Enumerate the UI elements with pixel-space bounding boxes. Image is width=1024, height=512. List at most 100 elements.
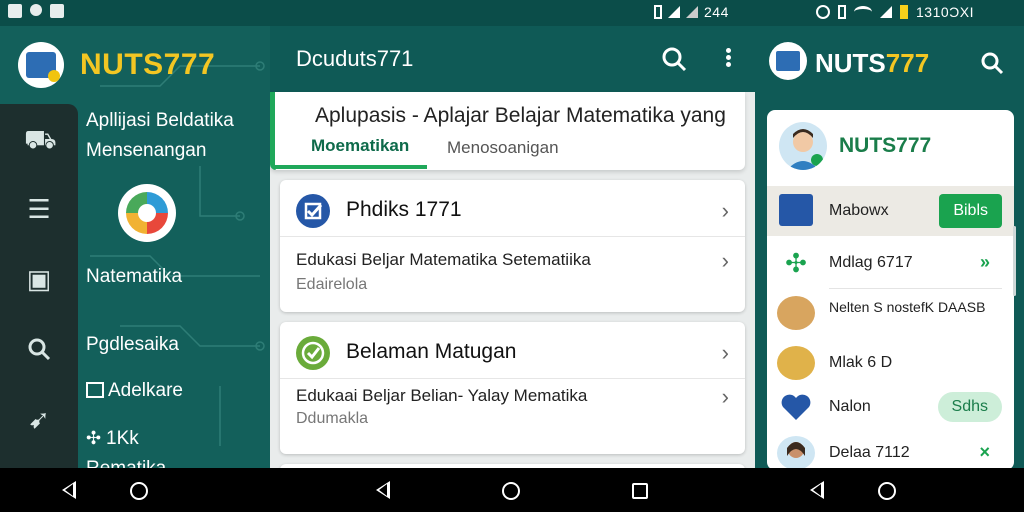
puzzle-icon: ✣ xyxy=(86,428,102,448)
back-icon[interactable] xyxy=(376,481,390,499)
chart-icon xyxy=(779,194,813,226)
box-icon xyxy=(777,296,815,330)
list-item[interactable]: Nelten S nostefK DAASB xyxy=(767,290,1014,340)
middle-phone-screen: Dcuduts771 Aplupasis - Aplajar Belajar M… xyxy=(270,26,755,468)
chevron-right-icon[interactable]: › xyxy=(722,198,729,224)
list-item-label: Mdlag 6717 xyxy=(829,254,913,271)
brand-part-a: NUTS xyxy=(815,48,886,78)
signal-icon xyxy=(880,6,892,18)
list-item-label: Nelten S nostefK DAASB xyxy=(829,299,986,315)
briefcase-icon[interactable]: ▣ xyxy=(24,264,54,294)
recent-apps-icon[interactable] xyxy=(632,483,648,499)
app-logo-icon xyxy=(26,52,60,82)
menu-item-adelkare[interactable]: Adelkare xyxy=(86,380,183,402)
app-logo-icon xyxy=(776,51,800,71)
app-logo[interactable] xyxy=(769,42,807,80)
clock-right: 1310ƆXI xyxy=(916,4,974,20)
menu-item-label: Adelkare xyxy=(108,380,183,401)
battery-icon xyxy=(654,5,662,19)
food-icon xyxy=(777,346,815,380)
card-description: Edukaai Beljar Belian- Yalay Mematika xyxy=(296,386,588,405)
puzzle-icon: ✣ xyxy=(785,248,807,278)
card-description: Edukasi Beljar Matematika Setematiika xyxy=(296,250,591,269)
search-icon[interactable] xyxy=(979,50,1005,76)
card-title: Phdiks 1771 xyxy=(346,198,462,221)
back-icon[interactable] xyxy=(62,481,76,499)
menu-item-math[interactable]: Natematika xyxy=(86,266,182,288)
battery-icon xyxy=(900,5,908,19)
avatar[interactable] xyxy=(779,122,827,170)
list-item[interactable]: ✣ Mdlag 6717 » xyxy=(767,238,1014,288)
more-options-icon[interactable] xyxy=(718,46,738,74)
action-button[interactable]: Bibls xyxy=(939,194,1002,228)
active-tab-indicator xyxy=(275,165,427,169)
scrollbar[interactable] xyxy=(1013,226,1016,296)
flag-icon xyxy=(8,4,22,18)
list-item[interactable]: Nalon Sdhs xyxy=(767,382,1014,432)
list-item-label: Nalon xyxy=(829,398,871,415)
avatar-icon xyxy=(777,436,815,468)
signal-icon xyxy=(668,6,680,18)
app-subtitle: Apllijasi Beldatika Mensenangan xyxy=(86,110,234,161)
side-rail: ⛟ ☰ ▣ ➹ xyxy=(0,104,78,468)
list-item[interactable]: Mabowx Bibls xyxy=(767,186,1014,236)
menu-item-label: 1Kk xyxy=(106,428,139,449)
list-item[interactable]: Mlak 6 D xyxy=(767,338,1014,388)
menu-item-rematika[interactable]: Rematika xyxy=(86,458,166,468)
back-icon[interactable] xyxy=(810,481,824,499)
banner-text: Aplupasis - Aplajar Belajar Matematika y… xyxy=(315,104,726,127)
list-icon[interactable]: ☰ xyxy=(24,194,54,224)
basket-icon[interactable]: ⛟ xyxy=(24,124,57,154)
list-card[interactable]: Phdiks 1771 › Edukasi Beljar Matematika … xyxy=(280,180,745,312)
clock-mid: 244 xyxy=(704,4,729,20)
rocket-icon[interactable]: ➹ xyxy=(24,404,54,434)
divider xyxy=(280,236,745,237)
list-item-label: Mlak 6 D xyxy=(829,354,893,371)
home-icon[interactable] xyxy=(502,482,520,500)
image-icon xyxy=(86,382,104,398)
status-indicators-mid: 244 xyxy=(654,4,729,20)
home-icon[interactable] xyxy=(878,482,896,500)
chevron-right-icon[interactable]: › xyxy=(722,340,729,366)
card-caption: Edairelola xyxy=(296,276,368,293)
featured-banner[interactable]: Aplupasis - Aplajar Belajar Matematika y… xyxy=(270,92,745,170)
menu-item-problems[interactable]: Pgdlesaika xyxy=(86,334,179,356)
tab-matematika[interactable]: Moematikan xyxy=(311,136,409,156)
chevron-right-icon[interactable]: › xyxy=(722,384,729,410)
action-mark[interactable]: » xyxy=(980,252,990,273)
nfc-icon xyxy=(838,5,846,19)
status-bar: 244 1310ƆXI xyxy=(0,0,1024,26)
tab-menyenangkan[interactable]: Menosoanigan xyxy=(447,138,559,158)
card-caption: Ddumakla xyxy=(296,410,369,427)
left-phone-screen: NUTS777 ⛟ ☰ ▣ ➹ Apllijasi Beldatika Mens… xyxy=(0,26,270,468)
notification-icons xyxy=(8,4,64,18)
chevron-right-icon[interactable]: › xyxy=(722,248,729,274)
image-icon xyxy=(50,4,64,18)
math-logo-icon[interactable] xyxy=(118,184,176,242)
list-item-label: Delaa 7112 xyxy=(829,444,910,461)
list-card[interactable]: Belaman Matugan › Edukaai Beljar Belian-… xyxy=(280,322,745,454)
search-icon[interactable] xyxy=(24,336,54,366)
brand-title: NUTS777 xyxy=(815,48,929,79)
navigation-bar xyxy=(0,468,1024,512)
alarm-icon xyxy=(816,5,830,19)
app-bar-title: Dcuduts771 xyxy=(296,46,414,71)
action-mark[interactable]: × xyxy=(979,442,990,463)
checkbox-icon xyxy=(296,194,330,228)
divider xyxy=(829,288,1002,289)
home-icon[interactable] xyxy=(130,482,148,500)
profile-card: NUTS777 Mabowx Bibls ✣ Mdlag 6717 » Nelt… xyxy=(767,110,1014,468)
search-icon[interactable] xyxy=(660,45,688,73)
action-pill[interactable]: Sdhs xyxy=(937,392,1002,422)
status-indicators-right: 1310ƆXI xyxy=(816,4,974,20)
profile-name: NUTS777 xyxy=(839,134,932,157)
app-logo[interactable] xyxy=(18,42,64,88)
divider xyxy=(280,378,745,379)
list-item[interactable]: Delaa 7112 × xyxy=(767,428,1014,468)
brand-part-b: 777 xyxy=(885,48,930,78)
signal-icon xyxy=(686,6,698,18)
brand-title: NUTS777 xyxy=(80,48,216,81)
right-phone-screen: NUTS777 NUTS777 Mabowx Bibls ✣ Mdlag 671… xyxy=(755,26,1024,468)
menu-item-1kk[interactable]: ✣ 1Kk xyxy=(86,428,139,450)
app-bar: Dcuduts771 xyxy=(270,26,755,92)
